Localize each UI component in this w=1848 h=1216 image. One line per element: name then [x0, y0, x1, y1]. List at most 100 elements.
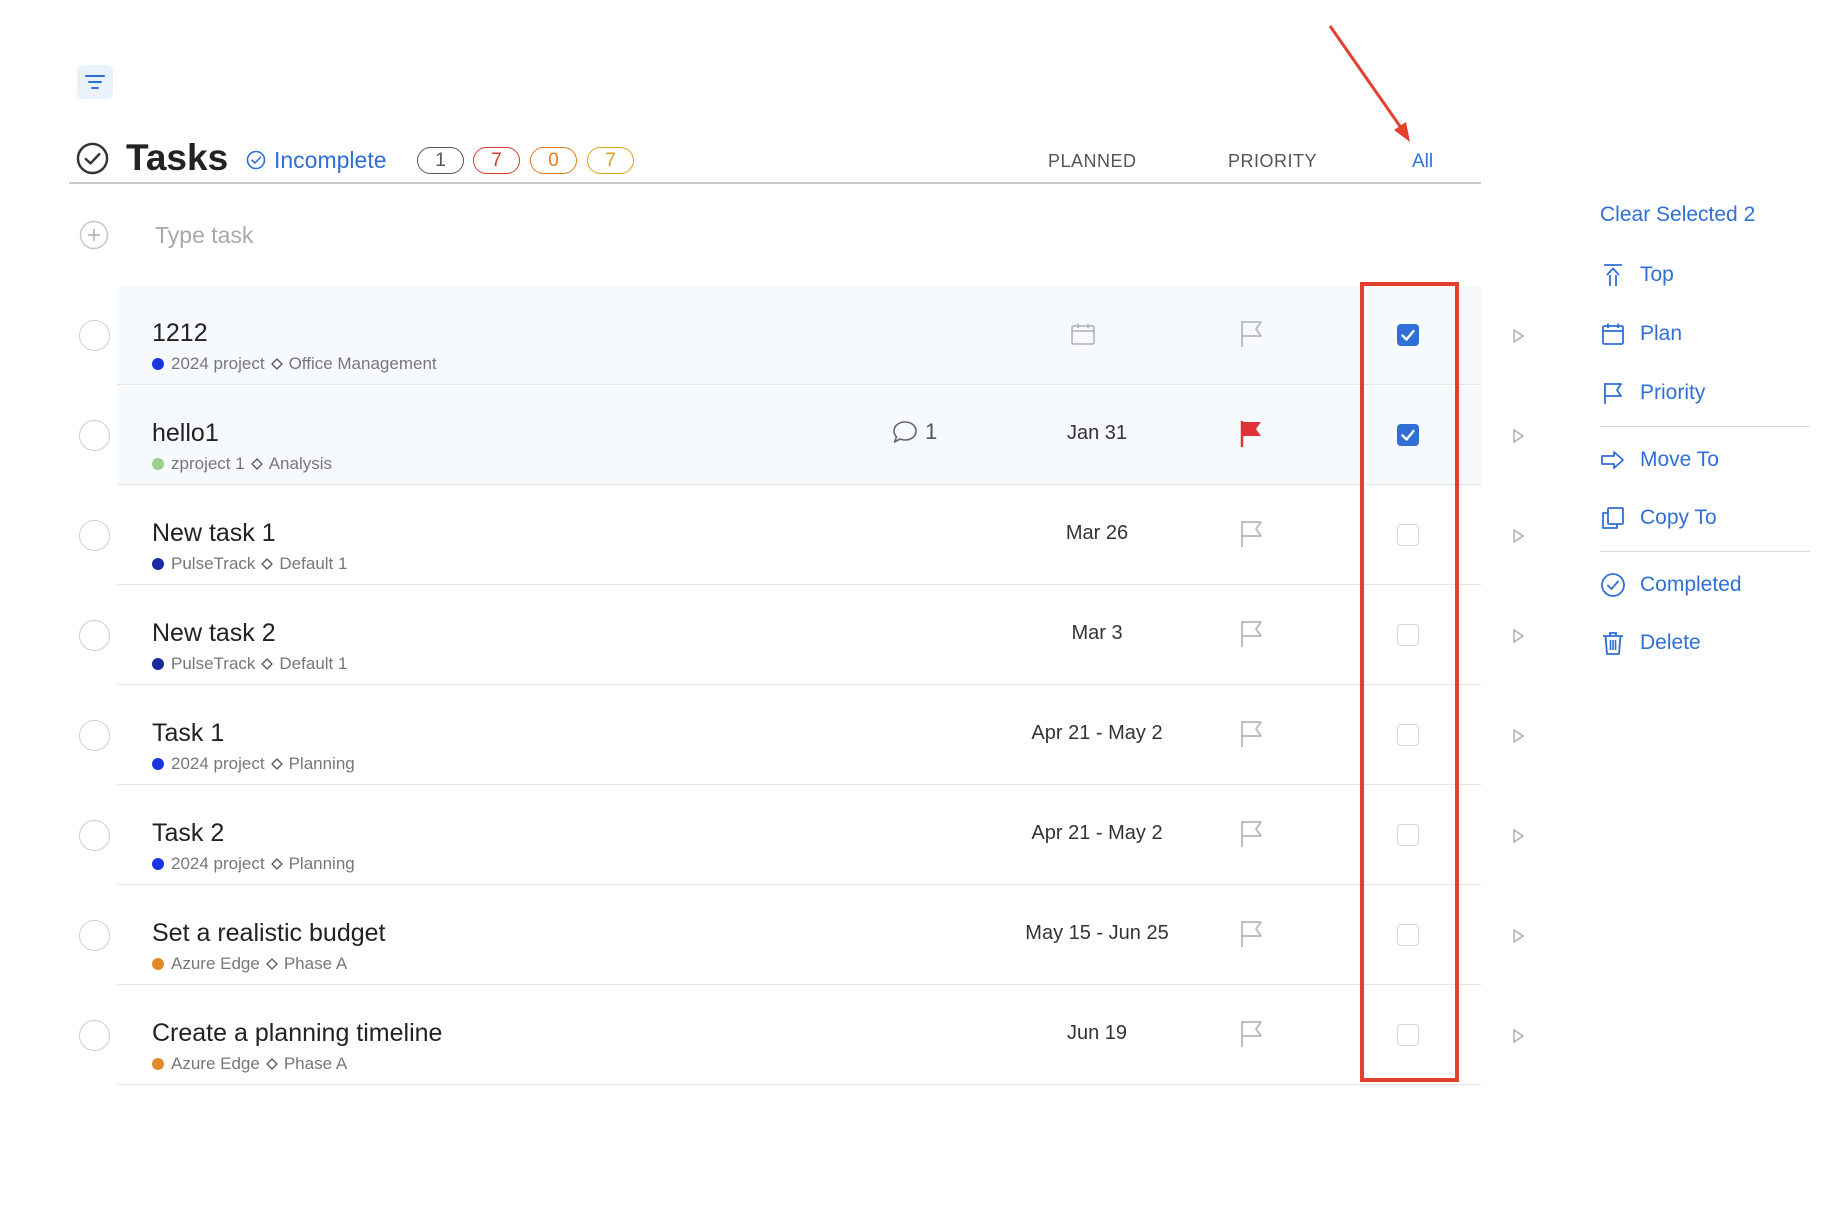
- table-row[interactable]: Create a planning timeline Azure Edge Phas…: [79, 986, 1524, 1085]
- project-color-dot: [152, 958, 164, 970]
- project-color-dot: [152, 858, 164, 870]
- expand-arrow-icon[interactable]: [1511, 727, 1525, 745]
- flag-icon[interactable]: [1237, 719, 1265, 749]
- comment-count: 1: [925, 419, 938, 444]
- incomplete-filter[interactable]: Incomplete: [246, 146, 387, 174]
- clear-selected-button[interactable]: Clear Selected 2: [1600, 203, 1755, 227]
- task-title[interactable]: 1212: [152, 319, 208, 348]
- priority-button[interactable]: Priority: [1600, 380, 1705, 406]
- table-row[interactable]: hello1 zproject 1 Analysis 1 Jan 31: [79, 386, 1524, 485]
- task-comments[interactable]: 1: [891, 419, 937, 445]
- annotation-arrow: [1328, 25, 1410, 142]
- task-title[interactable]: New task 2: [152, 619, 276, 648]
- comment-icon: [893, 421, 917, 443]
- delete-button[interactable]: Delete: [1600, 630, 1701, 656]
- flag-icon[interactable]: [1237, 619, 1265, 649]
- task-section: Phase A: [283, 1054, 348, 1073]
- type-task-input[interactable]: [155, 219, 755, 251]
- count-badge[interactable]: 7: [473, 147, 520, 174]
- header-divider: [69, 182, 1481, 184]
- table-row[interactable]: Task 1 2024 project Planning Apr 21 - May 2: [79, 686, 1524, 785]
- table-row[interactable]: New task 2 PulseTrack Default 1 Mar 3: [79, 586, 1524, 685]
- add-task-icon[interactable]: [79, 220, 109, 250]
- column-header-priority[interactable]: PRIORITY: [1228, 151, 1317, 172]
- section-diamond-icon: [250, 458, 263, 470]
- flag-icon[interactable]: [1237, 319, 1265, 349]
- task-title[interactable]: hello1: [152, 419, 219, 448]
- project-color-dot: [152, 458, 164, 470]
- count-badge[interactable]: 7: [587, 147, 634, 174]
- task-project: 2024 project: [171, 354, 265, 373]
- project-color-dot: [152, 1058, 164, 1070]
- task-title[interactable]: Task 2: [152, 819, 224, 848]
- expand-arrow-icon[interactable]: [1511, 627, 1525, 645]
- flag-icon[interactable]: [1237, 519, 1265, 549]
- task-planned-date[interactable]: Mar 3: [967, 622, 1227, 645]
- task-planned-date[interactable]: Jan 31: [967, 422, 1227, 445]
- filter-button[interactable]: [77, 65, 113, 99]
- copy-to-button[interactable]: Copy To: [1600, 505, 1717, 531]
- task-project: Azure Edge: [171, 1054, 260, 1073]
- complete-task-toggle[interactable]: [79, 620, 110, 651]
- side-divider: [1600, 551, 1810, 552]
- complete-task-toggle[interactable]: [79, 820, 110, 851]
- task-meta: PulseTrack Default 1: [152, 654, 347, 674]
- incomplete-label: Incomplete: [274, 146, 387, 173]
- task-planned-date[interactable]: Apr 21 - May 2: [967, 822, 1227, 845]
- task-planned-date[interactable]: Apr 21 - May 2: [967, 722, 1227, 745]
- calendar-icon[interactable]: [1070, 322, 1096, 346]
- priority-flag-icon[interactable]: [1237, 419, 1265, 449]
- task-section: Phase A: [283, 954, 348, 973]
- task-meta: 2024 project Planning: [152, 754, 355, 774]
- task-project: 2024 project: [171, 854, 265, 873]
- top-label: Top: [1640, 263, 1674, 286]
- move-to-button[interactable]: Move To: [1600, 447, 1719, 473]
- task-title[interactable]: Create a planning timeline: [152, 1019, 442, 1048]
- priority-label: Priority: [1640, 381, 1706, 404]
- column-header-all[interactable]: All: [1412, 151, 1433, 173]
- section-diamond-icon: [270, 358, 283, 370]
- task-project: 2024 project: [171, 754, 265, 773]
- table-row[interactable]: Task 2 2024 project Planning Apr 21 - May 2: [79, 786, 1524, 885]
- task-planned-date[interactable]: Jun 19: [967, 1022, 1227, 1045]
- count-badge[interactable]: 1: [417, 147, 464, 174]
- table-row[interactable]: Set a realistic budget Azure Edge Phase A M…: [79, 886, 1524, 985]
- table-row[interactable]: 1212 2024 project Office Management: [79, 286, 1524, 385]
- completed-label: Completed: [1640, 573, 1742, 596]
- complete-task-toggle[interactable]: [79, 920, 110, 951]
- expand-arrow-icon[interactable]: [1511, 327, 1525, 345]
- expand-arrow-icon[interactable]: [1511, 427, 1525, 445]
- complete-task-toggle[interactable]: [79, 720, 110, 751]
- task-section: Default 1: [279, 654, 348, 673]
- task-title[interactable]: Task 1: [152, 719, 224, 748]
- task-meta: 2024 project Planning: [152, 854, 355, 874]
- task-section: Analysis: [268, 454, 333, 473]
- task-title[interactable]: Set a realistic budget: [152, 919, 385, 948]
- expand-arrow-icon[interactable]: [1511, 527, 1525, 545]
- complete-task-toggle[interactable]: [79, 420, 110, 451]
- task-planned-date[interactable]: Mar 26: [967, 522, 1227, 545]
- expand-arrow-icon[interactable]: [1511, 827, 1525, 845]
- task-meta: Azure Edge Phase A: [152, 954, 347, 974]
- move-to-label: Move To: [1640, 448, 1719, 471]
- table-row[interactable]: New task 1 PulseTrack Default 1 Mar 26: [79, 486, 1524, 585]
- top-button[interactable]: Top: [1600, 262, 1674, 288]
- complete-task-toggle[interactable]: [79, 320, 110, 351]
- select-column-highlight: [1360, 282, 1459, 1082]
- flag-icon[interactable]: [1237, 1019, 1265, 1049]
- expand-arrow-icon[interactable]: [1511, 1027, 1525, 1045]
- task-project: PulseTrack: [171, 654, 256, 673]
- task-planned-date[interactable]: May 15 - Jun 25: [967, 922, 1227, 945]
- complete-task-toggle[interactable]: [79, 520, 110, 551]
- column-header-planned[interactable]: PLANNED: [1048, 151, 1137, 172]
- count-badge[interactable]: 0: [530, 147, 577, 174]
- flag-icon[interactable]: [1237, 919, 1265, 949]
- expand-arrow-icon[interactable]: [1511, 927, 1525, 945]
- trash-icon: [1603, 632, 1623, 655]
- complete-task-toggle[interactable]: [79, 1020, 110, 1051]
- flag-icon[interactable]: [1237, 819, 1265, 849]
- task-title[interactable]: New task 1: [152, 519, 276, 548]
- completed-button[interactable]: Completed: [1600, 572, 1742, 598]
- plan-button[interactable]: Plan: [1600, 321, 1682, 347]
- plan-label: Plan: [1640, 322, 1683, 345]
